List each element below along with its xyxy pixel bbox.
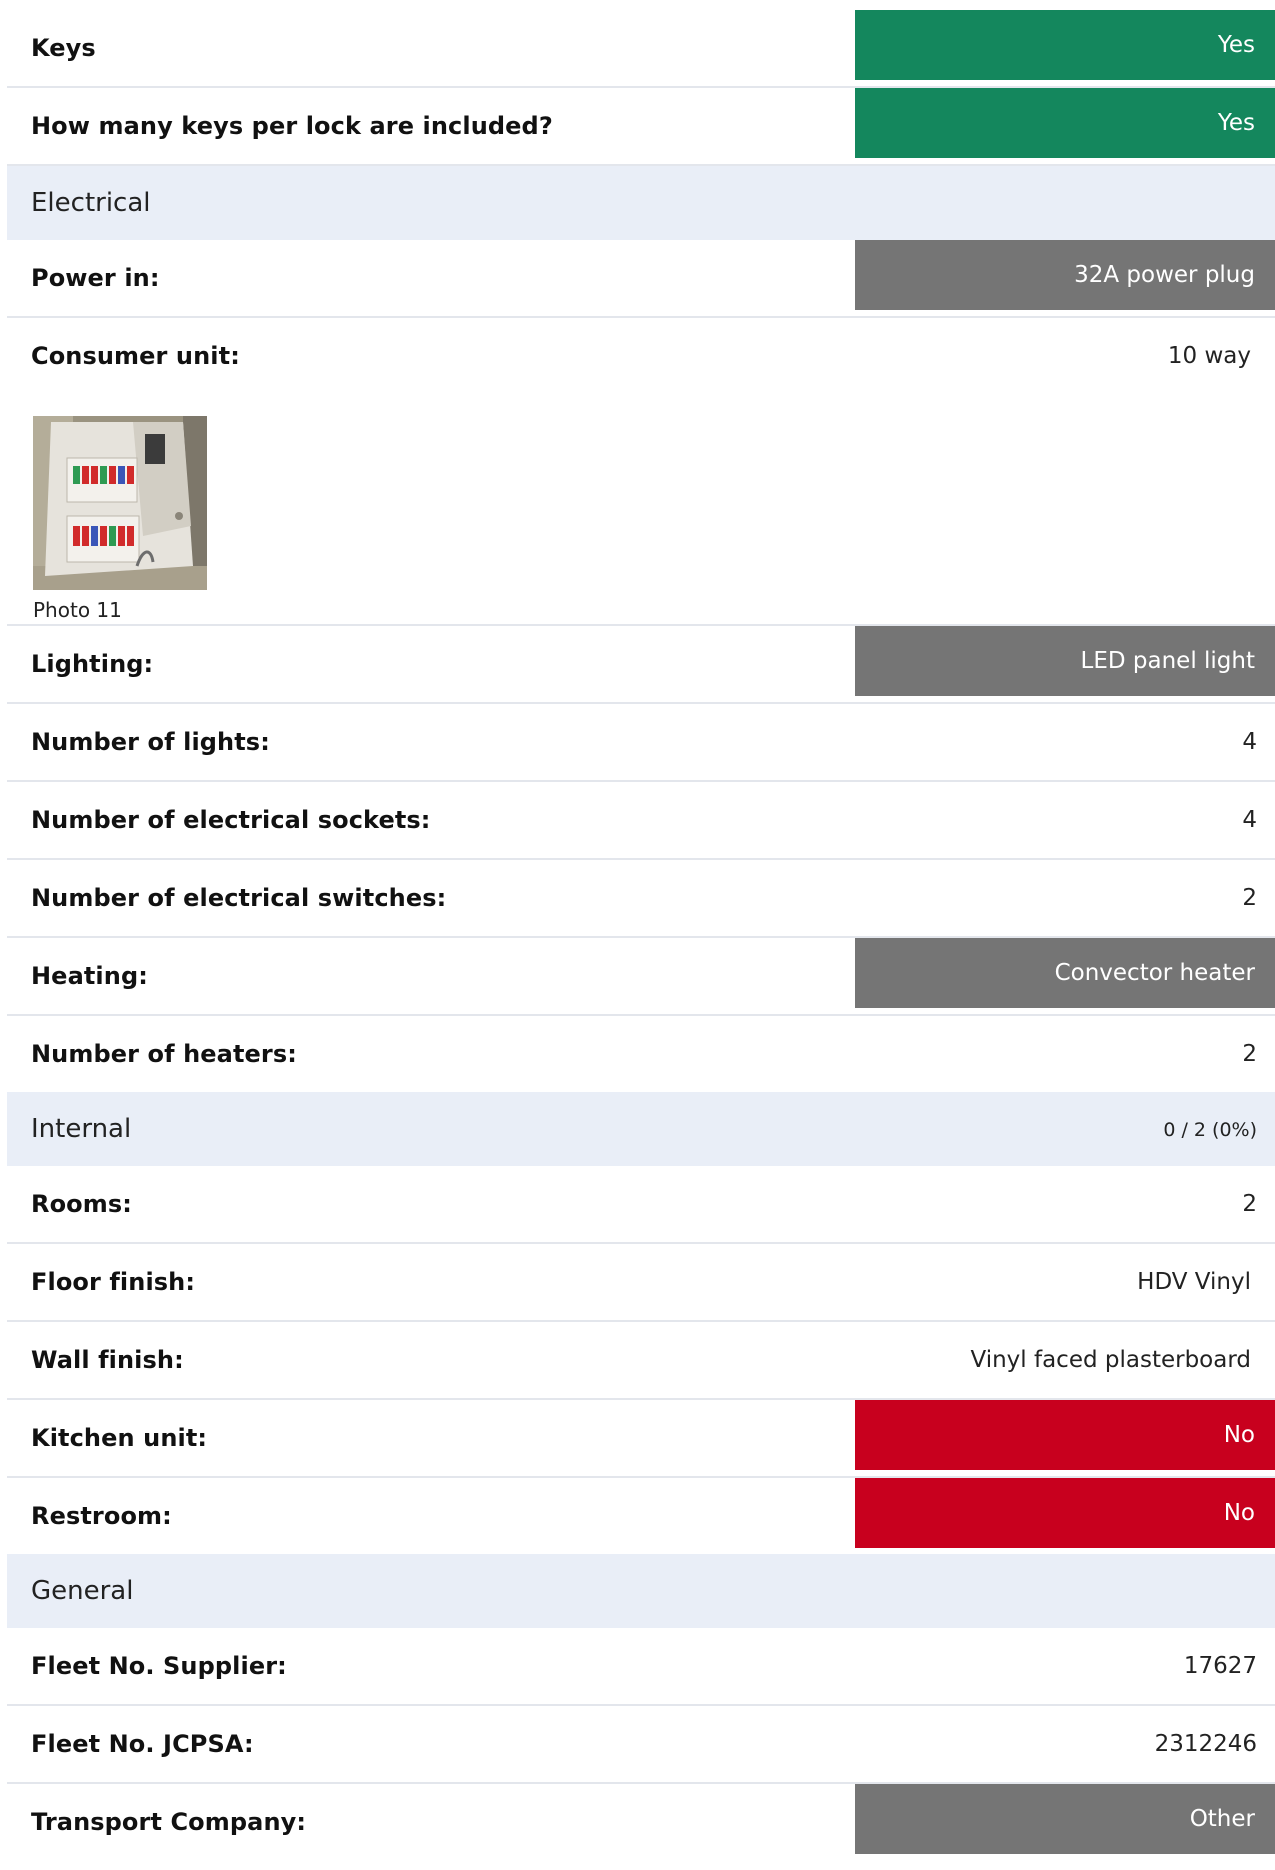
row-number-of-lights: Number of lights: 4: [7, 704, 1275, 782]
row-label: Kitchen unit:: [31, 1424, 208, 1452]
photo-caption: Photo 11: [33, 598, 122, 622]
consumer-unit-photo-image: [33, 416, 207, 590]
row-floor-finish: Floor finish: HDV Vinyl: [7, 1244, 1275, 1322]
row-label: Lighting:: [31, 650, 154, 678]
row-value: 2312246: [1154, 1731, 1257, 1757]
section-progress: 0 / 2 (0%): [1163, 1119, 1257, 1142]
row-value: 10 way: [1167, 343, 1251, 369]
row-label: Wall finish:: [31, 1346, 184, 1374]
row-rooms: Rooms: 2: [7, 1166, 1275, 1244]
row-label: Number of lights:: [31, 728, 270, 756]
row-power-in: Power in: 32A power plug: [7, 240, 1275, 318]
row-value: 2: [1242, 1041, 1257, 1067]
row-label: Number of electrical sockets:: [31, 806, 431, 834]
section-title: Electrical: [31, 188, 151, 218]
section-title: Internal: [31, 1114, 132, 1144]
section-title: General: [31, 1576, 134, 1606]
inspection-report: Keys Yes How many keys per lock are incl…: [7, 10, 1275, 1860]
row-value: HDV Vinyl: [1137, 1269, 1251, 1295]
value-badge: Other: [855, 1784, 1275, 1854]
value-badge: 32A power plug: [855, 240, 1275, 310]
row-label: Number of electrical switches:: [31, 884, 447, 912]
row-consumer-unit: Consumer unit: 10 way: [7, 318, 1275, 394]
row-label: Number of heaters:: [31, 1040, 297, 1068]
section-header-internal[interactable]: Internal 0 / 2 (0%): [7, 1092, 1275, 1166]
row-wall-finish: Wall finish: Vinyl faced plasterboard: [7, 1322, 1275, 1400]
row-restroom: Restroom: No: [7, 1478, 1275, 1554]
row-number-of-heaters: Number of heaters: 2: [7, 1016, 1275, 1092]
row-value: 2: [1242, 885, 1257, 911]
row-label: Restroom:: [31, 1502, 172, 1530]
row-fleet-no-jcpsa: Fleet No. JCPSA: 2312246: [7, 1706, 1275, 1784]
status-badge-no: No: [855, 1400, 1275, 1470]
row-label: Keys: [31, 34, 96, 62]
row-value: Vinyl faced plasterboard: [970, 1347, 1251, 1373]
row-value: 17627: [1183, 1653, 1257, 1679]
row-keys: Keys Yes: [7, 10, 1275, 88]
row-label: Transport Company:: [31, 1808, 307, 1836]
row-label: Rooms:: [31, 1190, 132, 1218]
status-badge-yes: Yes: [855, 10, 1275, 80]
section-header-electrical[interactable]: Electrical: [7, 166, 1275, 240]
photo-attachment: Photo 11: [7, 394, 1275, 626]
consumer-unit-photo-thumbnail[interactable]: [33, 416, 207, 590]
row-number-of-sockets: Number of electrical sockets: 4: [7, 782, 1275, 860]
row-fleet-no-supplier: Fleet No. Supplier: 17627: [7, 1628, 1275, 1706]
row-label: Heating:: [31, 962, 148, 990]
row-value: 4: [1242, 729, 1257, 755]
value-badge: LED panel light: [855, 626, 1275, 696]
row-number-of-switches: Number of electrical switches: 2: [7, 860, 1275, 938]
row-transport-company: Transport Company: Other: [7, 1784, 1275, 1860]
section-header-general[interactable]: General: [7, 1554, 1275, 1628]
row-label: Power in:: [31, 264, 160, 292]
row-kitchen-unit: Kitchen unit: No: [7, 1400, 1275, 1478]
row-label: Floor finish:: [31, 1268, 196, 1296]
row-heating: Heating: Convector heater: [7, 938, 1275, 1016]
value-badge: Convector heater: [855, 938, 1275, 1008]
row-label: Fleet No. Supplier:: [31, 1652, 287, 1680]
row-value: 4: [1242, 807, 1257, 833]
row-keys-per-lock: How many keys per lock are included? Yes: [7, 88, 1275, 166]
row-lighting: Lighting: LED panel light: [7, 626, 1275, 704]
status-badge-yes: Yes: [855, 88, 1275, 158]
row-label: How many keys per lock are included?: [31, 112, 553, 140]
status-badge-no: No: [855, 1478, 1275, 1548]
row-value: 2: [1242, 1191, 1257, 1217]
row-label: Consumer unit:: [31, 342, 240, 370]
row-label: Fleet No. JCPSA:: [31, 1730, 254, 1758]
